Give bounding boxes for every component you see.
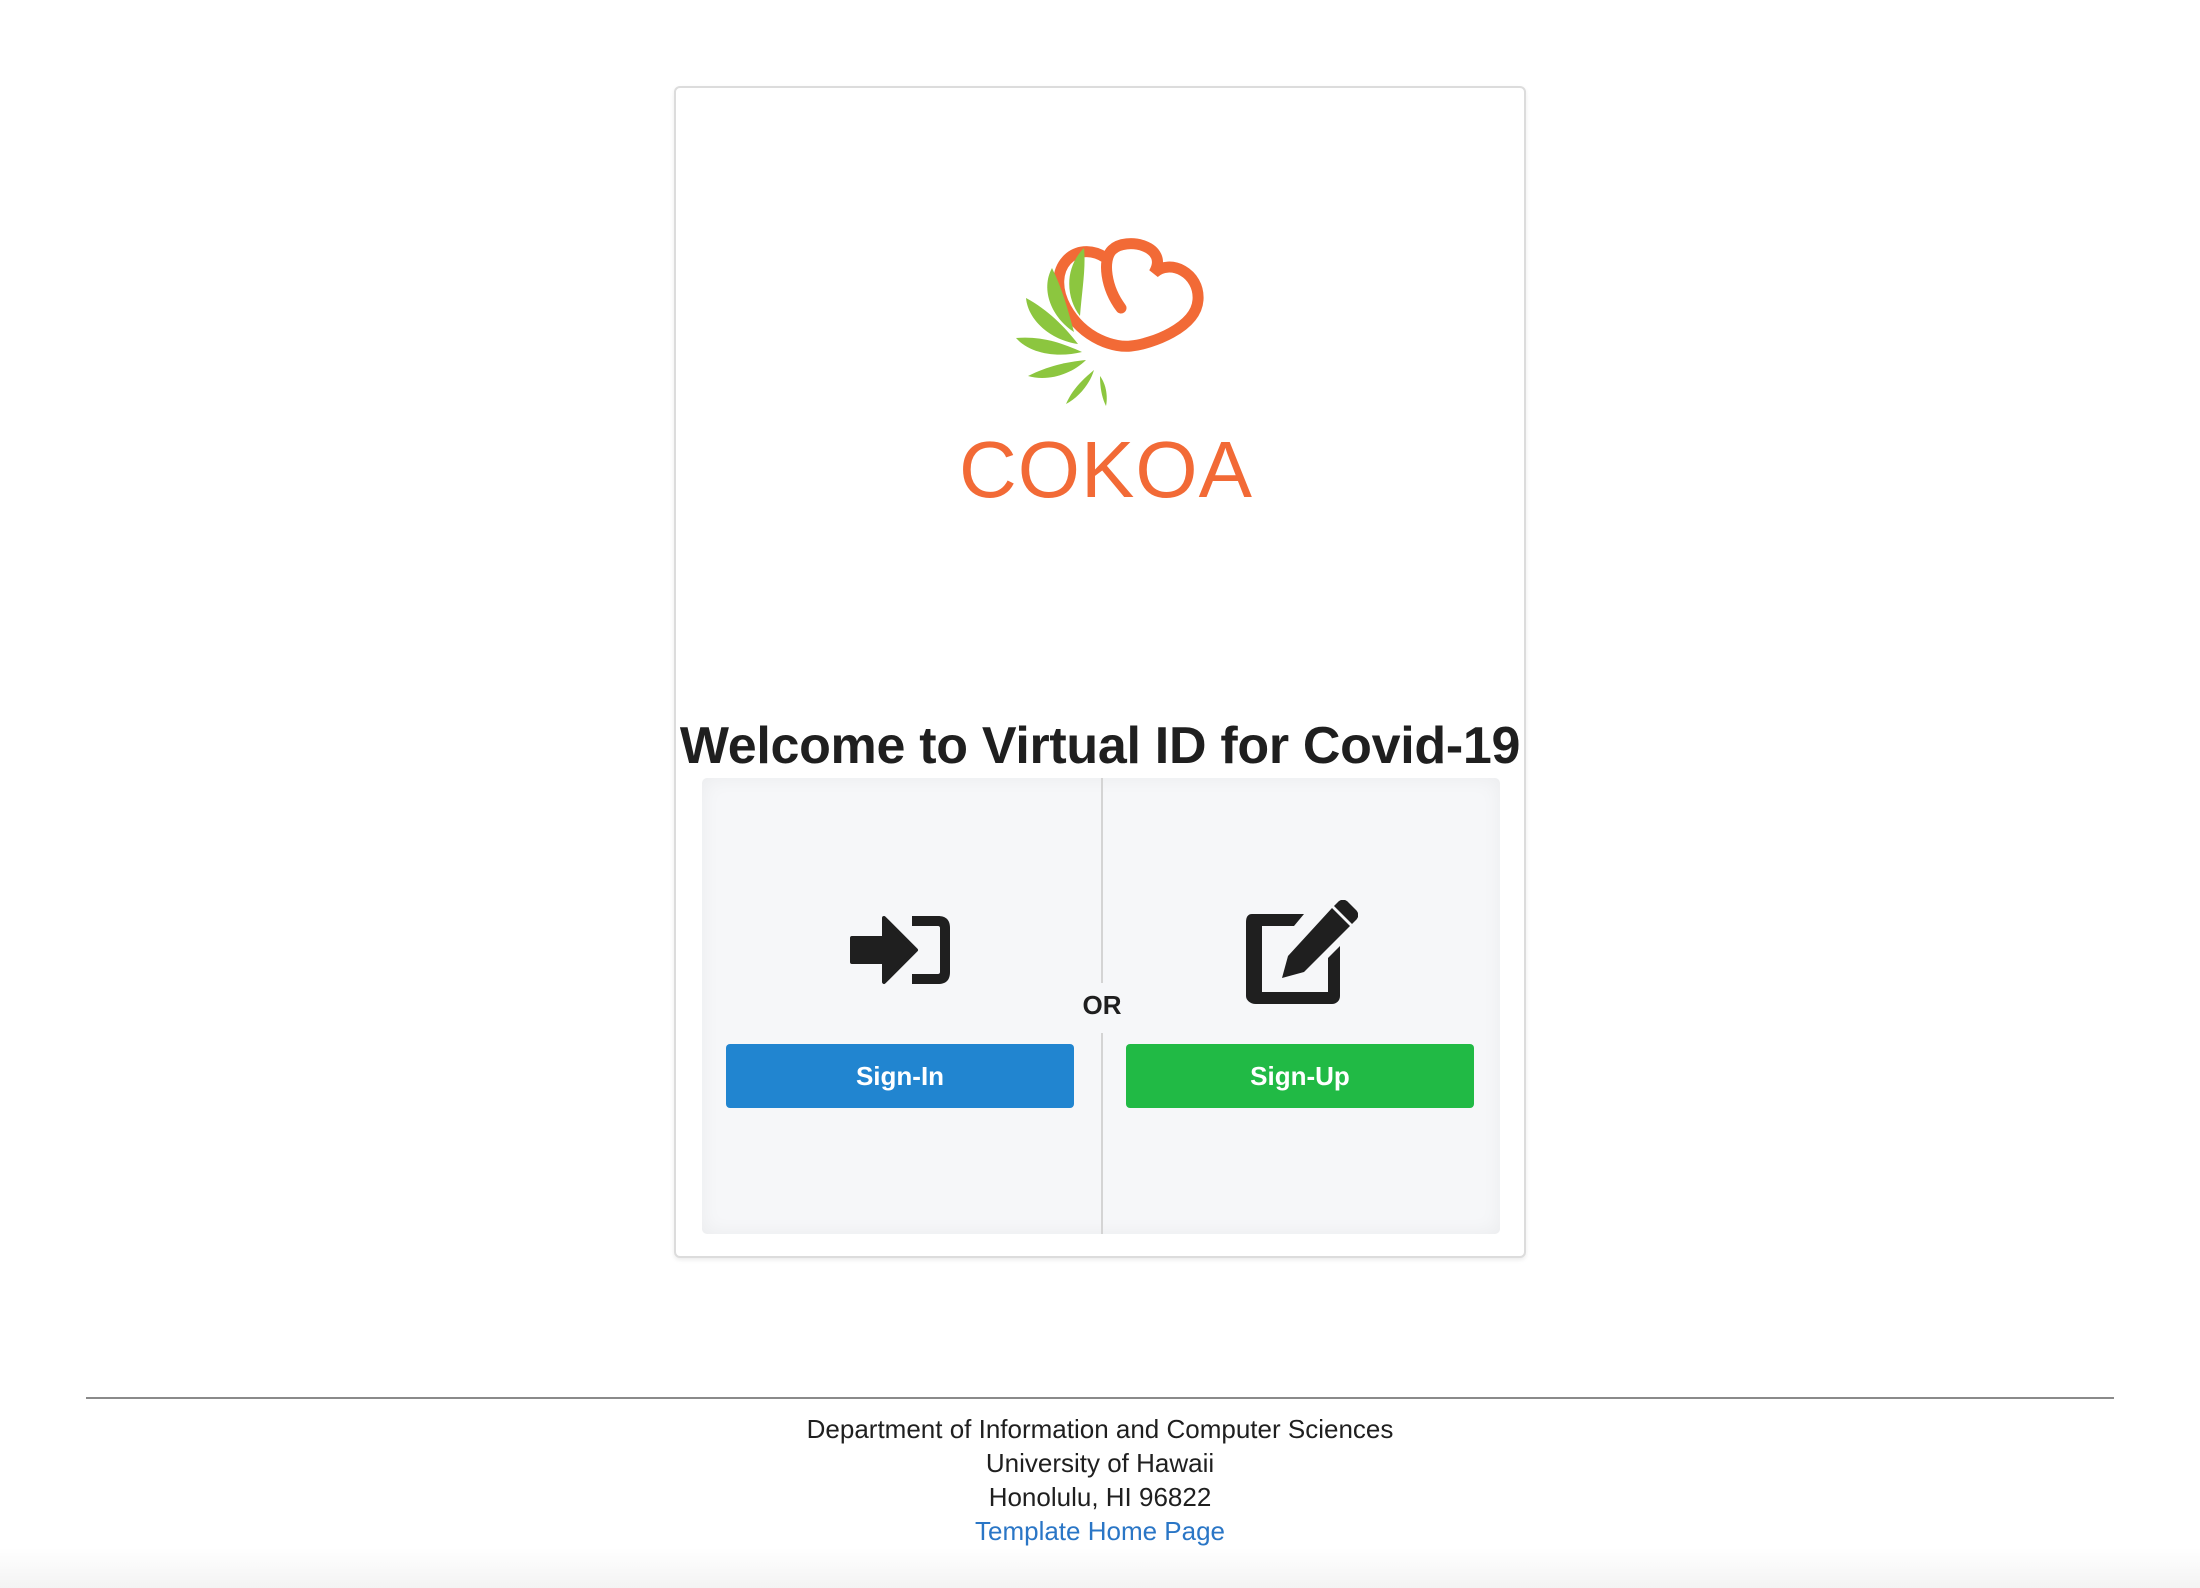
- template-home-link[interactable]: Template Home Page: [975, 1516, 1225, 1546]
- edit-icon: [1246, 900, 1358, 1004]
- cokoa-logo-text: COKOA: [959, 425, 1253, 514]
- cokoa-logo: COKOA: [956, 228, 1256, 518]
- footer-address: Honolulu, HI 96822: [988, 1482, 1212, 1512]
- footer: Department of Information and Computer S…: [0, 1412, 2200, 1548]
- landing-card: COKOA Welcome to Virtual ID for Covid-19…: [674, 86, 1526, 1258]
- or-label: OR: [1082, 990, 1122, 1020]
- footer-department: Department of Information and Computer S…: [806, 1414, 1394, 1444]
- page: COKOA Welcome to Virtual ID for Covid-19…: [0, 0, 2200, 1588]
- bottom-fade: [0, 1548, 2200, 1588]
- welcome-title: Welcome to Virtual ID for Covid-19: [679, 717, 1521, 775]
- sign-up-button[interactable]: Sign-Up: [1126, 1044, 1474, 1108]
- footer-divider: [86, 1397, 2114, 1399]
- sign-in-icon: [850, 916, 950, 984]
- vertical-divider: [1101, 1033, 1103, 1234]
- vertical-divider: [1101, 778, 1103, 983]
- cokoa-logo-mark: [1016, 238, 1204, 406]
- auth-choice-panel: OR Sign-In Sign-Up: [702, 778, 1500, 1234]
- footer-university: University of Hawaii: [985, 1448, 1215, 1478]
- sign-in-button[interactable]: Sign-In: [726, 1044, 1074, 1108]
